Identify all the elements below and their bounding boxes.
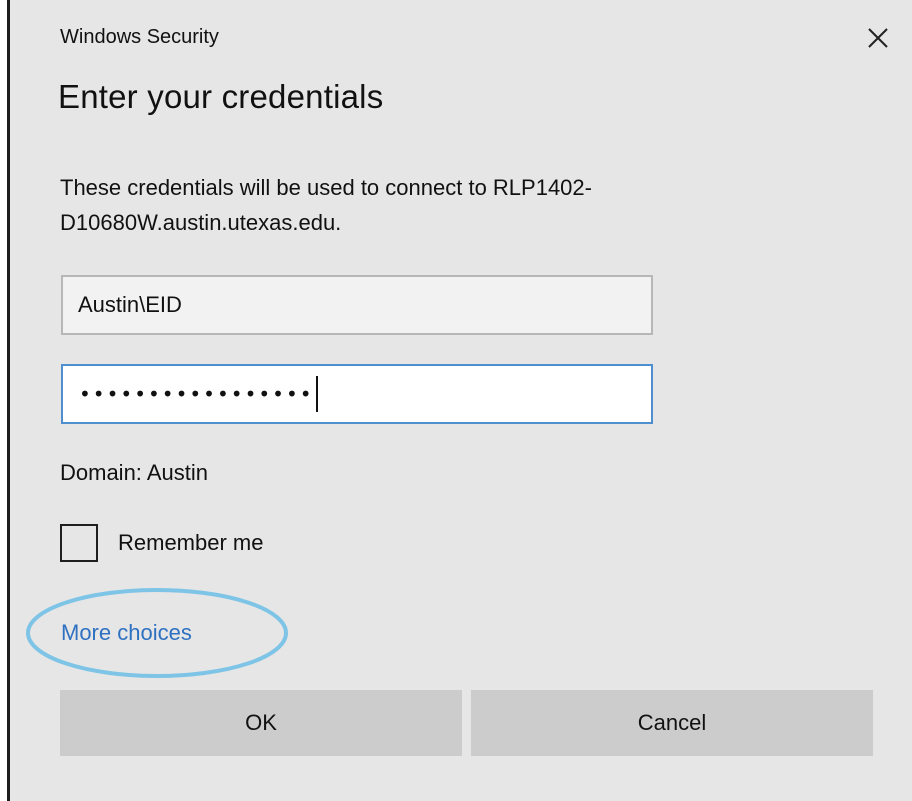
remember-me-label: Remember me bbox=[118, 530, 264, 555]
username-field[interactable]: Austin\EID bbox=[61, 275, 653, 335]
more-choices-link[interactable]: More choices bbox=[61, 620, 192, 646]
domain-label: Domain: Austin bbox=[60, 460, 208, 485]
dialog-heading: Enter your credentials bbox=[58, 78, 384, 115]
dialog-description: These credentials will be used to connec… bbox=[60, 175, 592, 235]
ok-button-label: OK bbox=[245, 710, 277, 735]
username-value: Austin\EID bbox=[78, 292, 182, 317]
close-icon bbox=[868, 28, 888, 48]
remember-me-checkbox[interactable] bbox=[60, 524, 98, 562]
window-title: Windows Security bbox=[60, 26, 219, 48]
cancel-button-label: Cancel bbox=[637, 710, 707, 735]
remember-me-option[interactable]: Remember me bbox=[60, 524, 263, 562]
windows-security-dialog: Windows Security Enter your credentials … bbox=[10, 0, 912, 801]
password-field[interactable]: ••••••••••••••••• bbox=[61, 364, 653, 424]
close-button[interactable] bbox=[858, 18, 898, 58]
text-cursor bbox=[315, 376, 318, 412]
ok-button[interactable]: OK bbox=[60, 690, 462, 756]
cancel-button[interactable]: Cancel bbox=[471, 690, 873, 756]
password-value: ••••••••••••••••• bbox=[79, 382, 314, 406]
